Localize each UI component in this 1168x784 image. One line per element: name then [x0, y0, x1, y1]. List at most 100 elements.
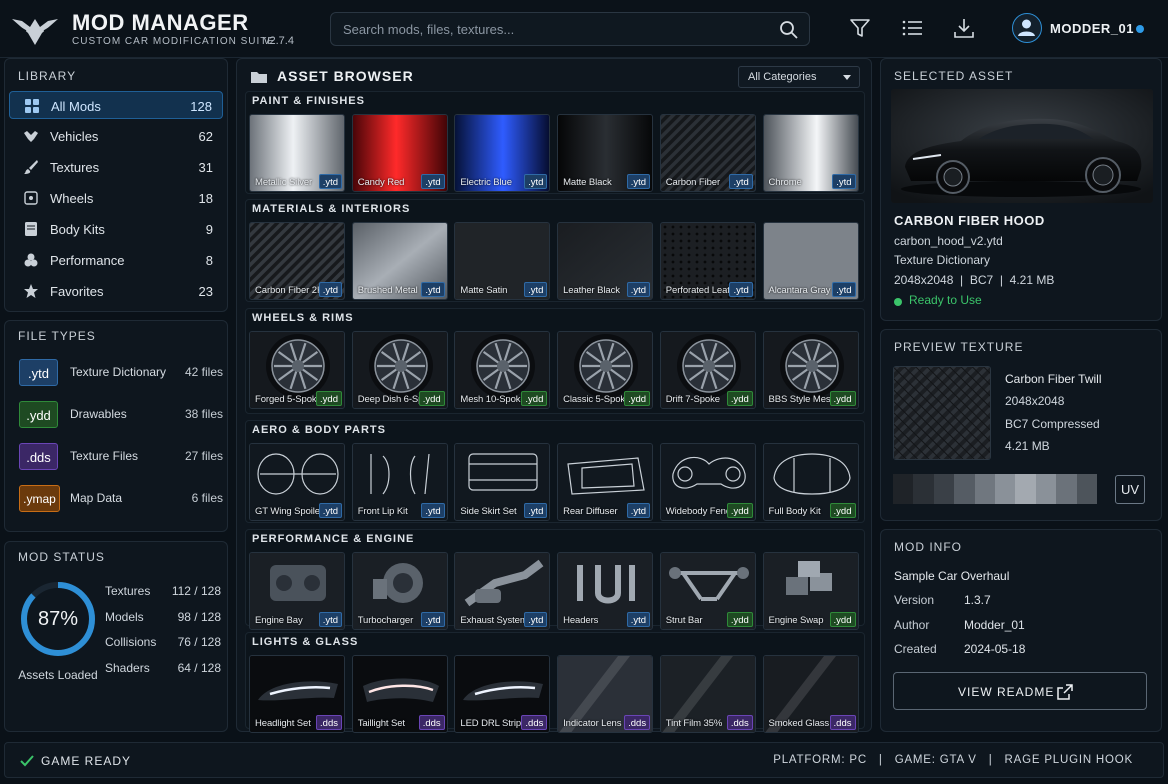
sidebar-item-label: Favorites [50, 284, 104, 299]
ready-status-dot [894, 298, 902, 306]
preview-name: Carbon Fiber Twill [1005, 372, 1102, 386]
asset-tile[interactable]: Side Skirt Set .ytd [454, 443, 551, 521]
asset-section-lights-glass: LIGHTS & GLASS Headlight Set .dds Taillight… [245, 632, 865, 733]
asset-tile[interactable]: Taillight Set .dds [351, 655, 448, 733]
mipmap-strip[interactable] [893, 474, 1098, 504]
asset-tile[interactable]: Carbon Fiber 2K .ytd [249, 222, 345, 300]
sidebar-item-wheels[interactable]: Wheels 18 [9, 184, 223, 212]
sidebar-item-performance[interactable]: Performance 8 [9, 246, 223, 274]
status-row: Shaders 64 / 128 [105, 661, 221, 679]
search-input[interactable] [343, 13, 763, 45]
search-bar[interactable] [330, 12, 810, 46]
asset-tile-name: Smoked Glass [768, 718, 830, 729]
sidebar-item-textures[interactable]: Textures 31 [9, 153, 223, 181]
asset-tile[interactable]: Strut Bar .ydd [659, 552, 756, 630]
asset-tile[interactable]: LED DRL Strip .dds [454, 655, 551, 733]
selected-asset-title: SELECTED ASSET [894, 69, 1014, 83]
asset-tile[interactable]: Metallic Silver .ytd [249, 114, 345, 192]
asset-tile[interactable]: Full Body Kit .ydd [762, 443, 859, 521]
asset-tile-badge: .ytd [524, 174, 548, 189]
asset-tile-badge: .ytd [318, 503, 342, 518]
avatar[interactable] [1012, 13, 1042, 43]
status-row-name: Models [105, 609, 144, 624]
filter-icon[interactable] [848, 16, 872, 40]
asset-tile[interactable]: Carbon Fiber .ytd [659, 114, 756, 192]
asset-tile[interactable]: Engine Bay .ytd [249, 552, 345, 630]
selected-asset-name: CARBON FIBER HOOD [894, 213, 1045, 228]
mod-status-title: MOD STATUS [18, 550, 105, 564]
mod-info-key: Author [894, 617, 930, 632]
search-icon[interactable] [779, 20, 799, 40]
file-type-row[interactable]: .dds Texture Files 27 files [17, 442, 227, 472]
asset-tile[interactable]: Mesh 10-Spoke .ydd [454, 331, 551, 409]
category-dropdown[interactable]: All Categories [738, 66, 860, 88]
asset-tile[interactable]: GT Wing Spoiler .ytd [249, 443, 345, 521]
asset-tile-badge: .dds [316, 715, 342, 730]
asset-tile[interactable]: Drift 7-Spoke .ydd [659, 331, 756, 409]
asset-tile-badge: .ydd [726, 612, 753, 627]
asset-tile[interactable]: Alcantara Gray .ytd [762, 222, 859, 300]
status-row: Textures 112 / 128 [105, 584, 221, 602]
file-type-name: Texture Dictionary [70, 365, 167, 379]
asset-tile[interactable]: Smoked Glass .dds [762, 655, 859, 733]
asset-tile-badge: .ytd [524, 612, 548, 627]
asset-tile-name: Side Skirt Set [460, 506, 517, 517]
download-icon[interactable] [952, 16, 976, 40]
asset-tile-badge: .ytd [318, 612, 342, 627]
asset-tile-badge: .dds [829, 715, 856, 730]
asset-tile[interactable]: Forged 5-Spoke .ydd [249, 331, 345, 409]
sidebar-item-favorites[interactable]: Favorites 23 [9, 277, 223, 305]
asset-tile[interactable]: Tint Film 35% .dds [659, 655, 756, 733]
asset-section-performance-engine: PERFORMANCE & ENGINE Engine Bay .ytd Turboc… [245, 529, 865, 630]
asset-tile[interactable]: Widebody Fender .ydd [659, 443, 756, 521]
asset-tile[interactable]: Electric Blue .ytd [454, 114, 551, 192]
online-status-dot [1136, 25, 1144, 33]
sidebar-item-body-kits[interactable]: Body Kits 9 [9, 215, 223, 243]
user-icon [1018, 19, 1035, 36]
asset-tile[interactable]: Leather Black .ytd [557, 222, 654, 300]
asset-tile[interactable]: Headers .ytd [557, 552, 654, 630]
asset-tile[interactable]: Candy Red .ytd [351, 114, 448, 192]
asset-tile[interactable]: Matte Satin .ytd [454, 222, 551, 300]
sidebar-item-label: Body Kits [50, 222, 105, 237]
uv-button[interactable]: UV [1115, 475, 1145, 504]
asset-tile[interactable]: Headlight Set .dds [249, 655, 345, 733]
asset-tile[interactable]: Exhaust System .ytd [454, 552, 551, 630]
asset-tile-name: Front Lip Kit [357, 506, 408, 517]
asset-tile[interactable]: Rear Diffuser .ytd [557, 443, 654, 521]
asset-tile-badge: .ytd [729, 282, 753, 297]
asset-browser-title: ASSET BROWSER [277, 68, 414, 84]
asset-tile-name: Candy Red [357, 177, 405, 188]
sidebar-item-all-mods[interactable]: All Mods 128 [9, 91, 223, 119]
asset-tile-badge: .ytd [318, 282, 342, 297]
file-type-row[interactable]: .ymap Map Data 6 files [17, 484, 227, 514]
asset-tile[interactable]: Perforated Leather .ytd [659, 222, 756, 300]
asset-tile[interactable]: Engine Swap .ydd [762, 552, 859, 630]
asset-tile[interactable]: Classic 5-Spoke .ydd [557, 331, 654, 409]
list-icon[interactable] [900, 16, 924, 40]
file-type-badge: .ytd [19, 359, 58, 386]
user-menu[interactable]: MODDER_01 [1012, 13, 1162, 45]
asset-tile[interactable]: Deep Dish 6-Spoke .ydd [351, 331, 448, 409]
asset-tile[interactable]: Front Lip Kit .ytd [351, 443, 448, 521]
sidebar-item-count: 9 [205, 222, 213, 237]
asset-tile[interactable]: Matte Black .ytd [557, 114, 654, 192]
file-type-row[interactable]: .ytd Texture Dictionary 42 files [17, 358, 227, 388]
grid-icon [25, 99, 39, 113]
asset-tile[interactable]: Indicator Lens .dds [557, 655, 654, 733]
file-type-name: Texture Files [70, 449, 139, 463]
file-type-badge: .ymap [19, 485, 60, 512]
view-readme-button[interactable]: VIEW README [893, 672, 1147, 710]
asset-tile-name: Engine Swap [768, 615, 824, 626]
asset-tile[interactable]: Brushed Metal .ytd [351, 222, 448, 300]
mod-info-value: 2024-05-18 [964, 642, 1026, 656]
wing-logo-icon [12, 19, 58, 45]
file-type-row[interactable]: .ydd Drawables 38 files [17, 400, 227, 430]
selected-asset-specs: 2048x2048 | BC7 | 4.21 MB [894, 273, 1055, 287]
sidebar-item-vehicles[interactable]: Vehicles 62 [9, 122, 223, 150]
asset-tile[interactable]: BBS Style Mesh .ydd [762, 331, 859, 409]
asset-tile[interactable]: Turbocharger .ytd [351, 552, 448, 630]
mod-info-key: Created [894, 642, 937, 656]
asset-tile[interactable]: Chrome .ytd [762, 114, 859, 192]
app-subtitle: CUSTOM CAR MODIFICATION SUITE [72, 36, 276, 47]
